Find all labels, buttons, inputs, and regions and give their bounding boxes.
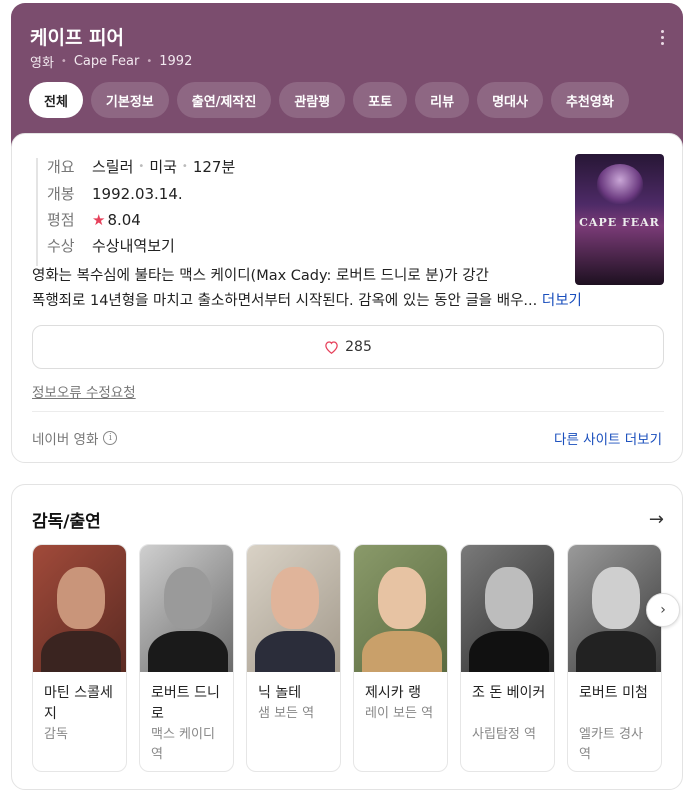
- synopsis-line-2: 폭행죄로 14년형을 마치고 출소하면서부터 시작된다. 감옥에 있는 동안 글…: [32, 293, 538, 309]
- person-role: 레이 보든 역: [365, 706, 434, 721]
- cast-title: 감독/출연: [32, 512, 101, 532]
- award-link[interactable]: 수상내역보기: [92, 235, 175, 256]
- movie-subtitle: 영화 • Cape Fear • 1992: [30, 54, 193, 71]
- award-label: 수상: [47, 237, 75, 255]
- synopsis: 영화는 복수심에 불타는 맥스 케이디(Max Cady: 로버트 드니로 분)…: [32, 264, 672, 314]
- person-photo: [33, 545, 126, 672]
- person-photo: [354, 545, 447, 672]
- like-count: 285: [345, 339, 372, 355]
- person-name: 조 돈 베이커: [472, 685, 546, 701]
- source-label: 네이버 영화: [32, 432, 99, 448]
- cast-item[interactable]: 마틴 스콜세지 감독: [32, 544, 127, 772]
- other-sites-link[interactable]: 다른 사이트 더보기: [554, 428, 662, 448]
- divider: [32, 411, 664, 412]
- tab-reviews[interactable]: 리뷰: [415, 82, 470, 118]
- more-link[interactable]: 더보기: [542, 293, 582, 309]
- star-icon: ★: [92, 210, 106, 229]
- person-role: 맥스 케이디 역: [151, 727, 215, 762]
- release-row: 개봉 1992.03.14.: [47, 183, 183, 204]
- release-date: 1992.03.14.: [92, 184, 183, 203]
- info-divider: [36, 158, 38, 266]
- cast-item[interactable]: 로버트 드니로 맥스 케이디 역: [139, 544, 234, 772]
- cast-item[interactable]: 로버트 미첨 엘카트 경사 역: [567, 544, 662, 772]
- like-button[interactable]: 285: [32, 325, 664, 369]
- person-name: 로버트 드니로: [151, 685, 220, 722]
- more-options-icon[interactable]: [661, 30, 665, 46]
- rating-value: 8.04: [107, 210, 141, 229]
- person-role: 엘카트 경사 역: [579, 727, 643, 762]
- tab-reviews-rating[interactable]: 관람평: [279, 82, 346, 118]
- info-icon[interactable]: i: [103, 431, 118, 445]
- rating-label: 평점: [47, 211, 75, 229]
- movie-header: 케이프 피어 영화 • Cape Fear • 1992 전체 기본정보 출연/…: [11, 3, 683, 153]
- person-role: 샘 보든 역: [258, 706, 315, 721]
- award-row: 수상 수상내역보기: [47, 235, 175, 256]
- tab-cast-crew[interactable]: 출연/제작진: [176, 82, 272, 118]
- poster-title: CAPE FEAR: [579, 216, 660, 229]
- heart-icon: [325, 341, 338, 354]
- person-role: 감독: [44, 727, 68, 742]
- source: 네이버 영화 i: [32, 428, 118, 448]
- original-title: Cape Fear: [73, 54, 140, 69]
- tab-photos[interactable]: 포토: [353, 82, 408, 118]
- tab-all[interactable]: 전체: [29, 82, 83, 118]
- cast-item[interactable]: 제시카 랭 레이 보든 역: [353, 544, 448, 772]
- runtime: 127분: [192, 158, 236, 176]
- tab-recommended[interactable]: 추천영화: [550, 82, 629, 118]
- person-photo: [461, 545, 554, 672]
- arrow-right-icon[interactable]: →: [649, 509, 664, 530]
- rating-row: 평점 ★ 8.04: [47, 209, 141, 230]
- tab-quotes[interactable]: 명대사: [477, 82, 543, 118]
- next-button[interactable]: ›: [646, 593, 680, 627]
- person-name: 로버트 미첨: [579, 685, 648, 701]
- genre: 스릴러: [92, 158, 134, 176]
- cast-item[interactable]: 닉 놀테 샘 보든 역: [246, 544, 341, 772]
- cast-item[interactable]: 조 돈 베이커 사립탐정 역: [460, 544, 555, 772]
- chevron-right-icon: ›: [660, 602, 666, 618]
- person-name: 닉 놀테: [258, 685, 302, 701]
- person-photo: [140, 545, 233, 672]
- person-name: 제시카 랭: [365, 685, 421, 701]
- tab-basic-info[interactable]: 기본정보: [90, 82, 169, 118]
- release-year: 1992: [159, 54, 193, 69]
- person-name: 마틴 스콜세지: [44, 685, 113, 722]
- person-role: 사립탐정 역: [472, 727, 536, 742]
- overview-row: 개요 스릴러 • 미국 • 127분: [47, 158, 236, 176]
- overview-label: 개요: [47, 158, 75, 176]
- synopsis-line-1: 영화는 복수심에 불타는 맥스 케이디(Max Cady: 로버트 드니로 분)…: [32, 268, 489, 284]
- movie-title: 케이프 피어: [30, 27, 125, 49]
- cast-list: 마틴 스콜세지 감독 로버트 드니로 맥스 케이디 역 닉 놀테 샘 보든 역 …: [32, 544, 662, 772]
- release-label: 개봉: [47, 185, 75, 203]
- cast-card: 감독/출연 → 마틴 스콜세지 감독 로버트 드니로 맥스 케이디 역 닉 놀테…: [11, 484, 683, 790]
- country: 미국: [149, 158, 177, 176]
- category-label: 영화: [30, 56, 54, 71]
- person-photo: [247, 545, 340, 672]
- movie-info-card: 개요 스릴러 • 미국 • 127분 개봉 1992.03.14. 평점 ★ 8.…: [11, 133, 683, 463]
- correction-request-link[interactable]: 정보오류 수정요청: [32, 381, 136, 401]
- tab-bar: 전체 기본정보 출연/제작진 관람평 포토 리뷰 명대사 추천영화: [29, 82, 629, 118]
